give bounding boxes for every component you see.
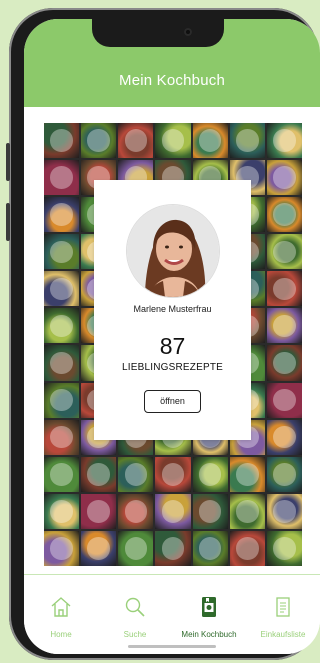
phone-notch: [92, 19, 224, 47]
recipe-photo-tile: [44, 530, 80, 566]
recipe-photo-tile: [229, 456, 265, 492]
recipe-photo-tile: [192, 493, 228, 529]
recipe-photo-tile: [81, 123, 117, 159]
recipe-photo-tile: [118, 123, 154, 159]
recipe-photo-tile: [44, 382, 80, 418]
avatar: [126, 204, 220, 298]
recipe-photo-tile: [44, 493, 80, 529]
recipe-count-label: LIEBLINGSREZEPTE: [121, 362, 223, 373]
recipe-photo-tile: [118, 530, 154, 566]
recipe-photo-tile: [266, 308, 302, 344]
phone-side-button: [6, 203, 10, 241]
recipe-photo-tile: [266, 493, 302, 529]
page-title: Mein Kochbuch: [119, 72, 225, 89]
recipe-photo-tile: [229, 493, 265, 529]
search-icon: [123, 595, 147, 624]
open-cookbook-button[interactable]: öffnen: [144, 390, 201, 413]
recipe-photo-tile: [266, 271, 302, 307]
recipe-photo-tile: [44, 345, 80, 381]
home-indicator: [128, 645, 216, 648]
shopping-list-icon: [271, 595, 295, 624]
app-screen: Mein Kochbuch Marlene Musterfrau 87 LIEB…: [24, 19, 320, 654]
recipe-photo-tile: [44, 308, 80, 344]
recipe-photo-tile: [266, 197, 302, 233]
recipe-photo-tile: [192, 456, 228, 492]
tab-search-label: Suche: [123, 630, 147, 639]
recipe-photo-tile: [266, 234, 302, 270]
recipe-photo-tile: [118, 493, 154, 529]
recipe-photo-tile: [192, 123, 228, 159]
cookbook-icon: [197, 595, 221, 624]
home-icon: [49, 595, 73, 624]
recipe-photo-tile: [229, 123, 265, 159]
recipe-photo-tile: [266, 123, 302, 159]
recipe-photo-tile: [229, 530, 265, 566]
recipe-photo-tile: [266, 160, 302, 196]
recipe-photo-tile: [266, 456, 302, 492]
recipe-photo-tile: [118, 456, 154, 492]
recipe-photo-tile: [81, 456, 117, 492]
recipe-photo-tile: [44, 234, 80, 270]
recipe-photo-tile: [44, 197, 80, 233]
recipe-photo-tile: [44, 271, 80, 307]
camera-icon: [184, 28, 192, 36]
recipe-photo-tile: [81, 493, 117, 529]
tab-cookbook[interactable]: Mein Kochbuch: [172, 595, 246, 639]
recipe-photo-tile: [155, 456, 191, 492]
recipe-photo-tile: [81, 530, 117, 566]
tab-search[interactable]: Suche: [98, 595, 172, 639]
recipe-photo-tile: [44, 419, 80, 455]
recipe-count: 87: [159, 333, 186, 359]
recipe-photo-tile: [266, 345, 302, 381]
recipe-photo-tile: [44, 456, 80, 492]
tab-cookbook-label: Mein Kochbuch: [181, 630, 237, 639]
bottom-tab-bar: Home Suche Mein Kochbuch Einkaufsliste: [24, 574, 320, 654]
tab-home-label: Home: [50, 630, 72, 639]
profile-name: Marlene Musterfrau: [133, 304, 212, 314]
recipe-photo-tile: [155, 123, 191, 159]
tab-home[interactable]: Home: [24, 595, 98, 639]
recipe-photo-tile: [266, 419, 302, 455]
recipe-photo-tile: [44, 160, 80, 196]
recipe-photo-tile: [266, 382, 302, 418]
recipe-photo-tile: [155, 493, 191, 529]
tab-shopping-list[interactable]: Einkaufsliste: [246, 595, 320, 639]
recipe-photo-tile: [266, 530, 302, 566]
recipe-photo-tile: [44, 123, 80, 159]
phone-side-button: [6, 143, 10, 181]
recipe-photo-tile: [192, 530, 228, 566]
tab-shopping-list-label: Einkaufsliste: [260, 630, 306, 639]
profile-card: Marlene Musterfrau 87 LIEBLINGSREZEPTE ö…: [94, 180, 251, 440]
recipe-photo-tile: [155, 530, 191, 566]
